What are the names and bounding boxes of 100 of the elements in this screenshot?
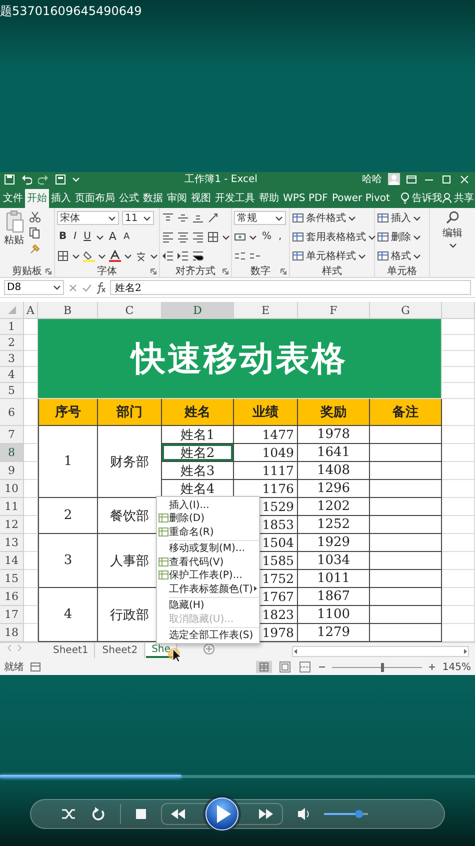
column-header[interactable]: D xyxy=(162,302,234,320)
group-label: 字体 xyxy=(97,264,117,278)
editing-button[interactable]: 编辑 xyxy=(442,210,462,249)
group-label: 单元格 xyxy=(387,264,417,278)
table-cell: 1296 xyxy=(298,480,370,498)
table-cell: 1978 xyxy=(298,426,370,444)
row-header[interactable]: 9 xyxy=(0,462,24,480)
ribbon-tab[interactable]: 插入 xyxy=(49,188,73,208)
table-cell: 1117 xyxy=(234,462,298,480)
tell-me-field[interactable]: 告诉我 xyxy=(412,191,442,206)
sheet-tab[interactable]: Sheet1 xyxy=(47,643,96,658)
shrink-font-button[interactable]: A xyxy=(121,230,132,244)
row-header[interactable]: 8 xyxy=(0,444,24,462)
bold-button[interactable]: B xyxy=(57,230,69,244)
formula-field[interactable]: 姓名2 xyxy=(110,280,471,296)
ribbon-tab[interactable]: 审阅 xyxy=(165,188,189,208)
table-cell: 1100 xyxy=(298,606,370,624)
style-menu-button[interactable]: 单元格样式 xyxy=(292,249,366,264)
table-cell: 2 xyxy=(38,498,98,534)
row-header[interactable]: 10 xyxy=(0,480,24,498)
group-label: 剪贴板 xyxy=(12,264,42,278)
row-header[interactable]: 14 xyxy=(0,552,24,570)
header-cell: 奖励 xyxy=(298,399,370,426)
italic-button[interactable]: I xyxy=(72,230,79,244)
table-cell: 1 xyxy=(38,426,98,498)
column-header[interactable]: B xyxy=(38,302,98,320)
table-cell: 1477 xyxy=(234,426,298,444)
percent-button[interactable]: % xyxy=(260,230,274,244)
ribbon-tab[interactable]: WPS PDF xyxy=(281,188,330,208)
table-cell: 1252 xyxy=(298,516,370,534)
row-header[interactable]: 5 xyxy=(0,383,24,400)
row-header[interactable]: 12 xyxy=(0,516,24,534)
table-cell: 1034 xyxy=(298,552,370,570)
table-cell: 1202 xyxy=(298,498,370,516)
ribbon-tab[interactable]: 公式 xyxy=(117,188,141,208)
user-name: 哈哈 xyxy=(362,173,382,186)
header-cell: 备注 xyxy=(370,399,442,426)
row-header[interactable]: 6 xyxy=(0,399,24,426)
ribbon-tab[interactable]: 文件 xyxy=(1,188,25,208)
cells-menu-button[interactable]: 格式 xyxy=(377,249,421,264)
table-cell[interactable]: 姓名3 xyxy=(162,462,234,480)
header-cell: 部门 xyxy=(98,399,162,426)
table-cell: 1929 xyxy=(298,534,370,552)
row-header[interactable]: 7 xyxy=(0,426,24,444)
ribbon-tab[interactable]: Power Pivot xyxy=(330,188,392,208)
status-text: 就绪 xyxy=(4,660,24,674)
group-label: 对齐方式 xyxy=(176,264,216,278)
table-cell[interactable]: 姓名2 xyxy=(162,444,234,462)
column-header[interactable]: A xyxy=(24,302,38,320)
number-format-field[interactable]: 常规 xyxy=(234,211,286,226)
row-header[interactable]: 2 xyxy=(0,335,24,352)
zoom-level[interactable]: 145% xyxy=(442,662,471,673)
row-header[interactable]: 13 xyxy=(0,534,24,552)
table-cell: 3 xyxy=(38,534,98,588)
window-title: 工作簿1 - Excel xyxy=(184,173,258,186)
title-banner: 快速移动表格 xyxy=(38,319,442,400)
menu-item[interactable]: 重命名(R) xyxy=(157,525,259,539)
table-cell: 1408 xyxy=(298,462,370,480)
style-menu-button[interactable]: 条件格式 xyxy=(292,211,356,226)
comma-button[interactable]: , xyxy=(276,230,284,244)
row-header[interactable]: 3 xyxy=(0,351,24,368)
table-cell[interactable]: 姓名1 xyxy=(162,426,234,444)
table-cell: 1011 xyxy=(298,570,370,588)
table-cell: 1049 xyxy=(234,444,298,462)
column-header[interactable]: G xyxy=(370,302,442,320)
group-label: 数字 xyxy=(250,264,270,278)
column-header[interactable]: F xyxy=(298,302,370,320)
sheet-tab[interactable]: Sheet2 xyxy=(96,643,145,658)
row-header[interactable]: 17 xyxy=(0,606,24,624)
group-label: 样式 xyxy=(322,264,342,278)
font-name-field[interactable]: 宋体 xyxy=(57,211,119,226)
ribbon-tab[interactable]: 视图 xyxy=(189,188,213,208)
ribbon-tab[interactable]: 数据 xyxy=(141,188,165,208)
table-cell: 1867 xyxy=(298,588,370,606)
header-cell: 序号 xyxy=(38,399,98,426)
row-header[interactable]: 1 xyxy=(0,319,24,336)
ribbon-tab[interactable]: 帮助 xyxy=(257,188,281,208)
row-header[interactable]: 18 xyxy=(0,624,24,642)
row-header[interactable]: 15 xyxy=(0,570,24,588)
name-box[interactable]: D8 xyxy=(4,280,64,296)
underline-button[interactable]: U xyxy=(82,230,93,244)
column-header[interactable]: E xyxy=(234,302,298,320)
share-button[interactable]: 共享 xyxy=(454,191,474,206)
style-menu-button[interactable]: 套用表格格式 xyxy=(292,230,376,244)
grow-font-button[interactable]: A xyxy=(106,230,118,244)
video-title: 题53701609645490649 xyxy=(0,3,142,20)
ribbon-tab[interactable]: 页面布局 xyxy=(73,188,117,208)
ribbon-tab[interactable]: 开发工具 xyxy=(213,188,257,208)
column-header[interactable]: C xyxy=(98,302,162,320)
row-header[interactable]: 16 xyxy=(0,588,24,606)
paste-button[interactable]: 粘贴 xyxy=(2,210,26,247)
row-header[interactable]: 4 xyxy=(0,367,24,384)
ribbon-tab[interactable]: 开始 xyxy=(25,188,49,208)
table-cell: 1641 xyxy=(298,444,370,462)
header-cell: 姓名 xyxy=(162,399,234,426)
row-header[interactable]: 11 xyxy=(0,498,24,516)
header-cell: 业绩 xyxy=(234,399,298,426)
font-size-field[interactable]: 11 xyxy=(122,211,154,226)
cells-menu-button[interactable]: 插入 xyxy=(377,211,421,226)
cells-menu-button[interactable]: 删除 xyxy=(377,230,421,244)
